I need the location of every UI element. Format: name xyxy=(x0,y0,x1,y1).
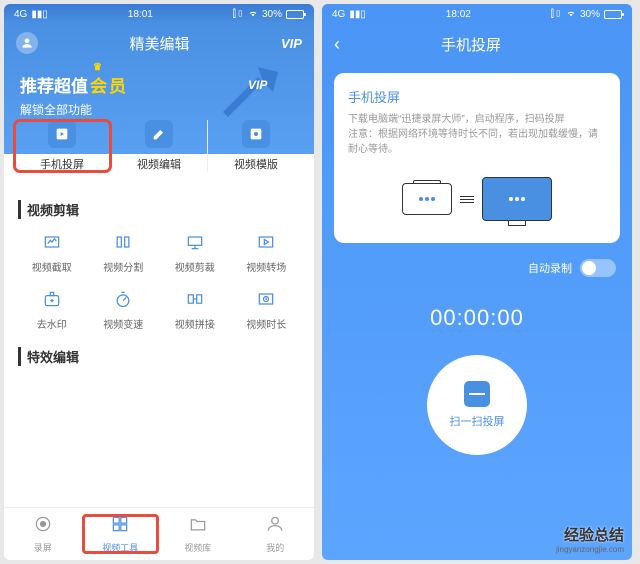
wifi-icon xyxy=(248,8,258,21)
promo-banner[interactable]: 推荐超值 ♛会 员 解锁全部功能 VIP xyxy=(20,72,298,118)
tool-trim[interactable]: 视频剪裁 xyxy=(161,231,229,274)
nav-record[interactable]: 录屏 xyxy=(4,514,82,554)
tool-transition[interactable]: 视频转场 xyxy=(233,231,301,274)
status-bar: 4G ▮▮▯ 18:02 ⫿▯ 30% xyxy=(322,4,632,24)
folder-icon xyxy=(188,514,208,539)
vibrate-icon: ⫿▯ xyxy=(551,9,562,20)
signal-bars-icon: ▮▮▯ xyxy=(31,9,48,20)
vip-badge[interactable]: VIP xyxy=(281,36,302,51)
card-label: 视频编辑 xyxy=(137,156,181,172)
banner-mid: 会 xyxy=(90,77,107,96)
monitor-device-icon xyxy=(482,177,552,221)
watermark-sub: jingyanzongjie.com xyxy=(556,545,624,554)
info-title: 手机投屏 xyxy=(348,87,606,106)
tool-duration[interactable]: 视频时长 xyxy=(233,288,301,331)
svg-text:VIP: VIP xyxy=(248,78,268,92)
signal-text: 4G xyxy=(14,9,27,20)
trim-icon xyxy=(184,231,206,253)
watermark-main: 经验总结 xyxy=(556,524,624,545)
tool-watermark[interactable]: 去水印 xyxy=(18,288,86,331)
card-label: 手机投屏 xyxy=(40,156,84,172)
tool-merge[interactable]: 视频拼接 xyxy=(161,288,229,331)
scan-cast-button[interactable]: 扫一扫投屏 xyxy=(427,355,527,455)
speed-icon xyxy=(112,288,134,310)
crown-icon: ♛ xyxy=(93,62,102,73)
transition-icon xyxy=(255,231,277,253)
auto-record-label: 自动录制 xyxy=(528,260,572,276)
card-video-edit[interactable]: 视频编辑 xyxy=(111,120,208,172)
banner-suf: 员 xyxy=(109,72,126,97)
tools-icon xyxy=(110,514,130,539)
nav-tools[interactable]: 视频工具 xyxy=(82,514,160,554)
signal-lines-icon xyxy=(460,196,474,203)
signal-bars-icon: ▮▮▯ xyxy=(349,9,366,20)
section-video-edit: 视频剪辑 视频截取 视频分割 视频剪裁 视频转场 去水印 视频变速 视频拼接 视… xyxy=(4,188,314,335)
clock-icon xyxy=(255,288,277,310)
vip-arrow-icon: VIP xyxy=(218,67,288,122)
cast-header: ‹ 手机投屏 xyxy=(322,24,632,65)
section-effects: 特效编辑 xyxy=(4,335,314,378)
scan-icon xyxy=(464,381,490,407)
wifi-icon xyxy=(566,8,576,21)
clock: 18:02 xyxy=(446,9,471,20)
auto-record-toggle[interactable] xyxy=(580,259,616,277)
battery-pct: 30% xyxy=(262,9,282,20)
card-label: 视频模版 xyxy=(234,156,278,172)
tool-split[interactable]: 视频分割 xyxy=(90,231,158,274)
phone-device-icon xyxy=(402,183,452,215)
battery-pct: 30% xyxy=(580,9,600,20)
nav-me[interactable]: 我的 xyxy=(237,514,315,554)
person-icon xyxy=(265,514,285,539)
phone-editor: 4G ▮▮▯ 18:01 ⫿▯ 30% 精美编辑 VIP 推荐超值 ♛ 会 员 xyxy=(4,4,314,560)
cast-illustration xyxy=(348,169,606,229)
play-icon xyxy=(48,120,76,148)
banner-pre: 推荐超值 xyxy=(20,72,88,97)
section-title: 特效编辑 xyxy=(18,347,300,366)
pencil-icon xyxy=(145,120,173,148)
timer-display: 00:00:00 xyxy=(322,305,632,331)
split-icon xyxy=(112,231,134,253)
watermark-icon xyxy=(41,288,63,310)
info-desc: 下载电脑端“迅捷录屏大师”，启动程序，扫码投屏 注意：根据网络环境等待时长不同，… xyxy=(348,112,606,157)
nav-library[interactable]: 视频库 xyxy=(159,514,237,554)
card-screen-cast[interactable]: 手机投屏 xyxy=(14,120,111,172)
section-title: 视频剪辑 xyxy=(18,200,300,219)
crop-icon xyxy=(41,231,63,253)
avatar[interactable] xyxy=(16,32,38,54)
page-title: 手机投屏 xyxy=(340,34,602,55)
clock: 18:01 xyxy=(128,9,153,20)
merge-icon xyxy=(184,288,206,310)
battery-icon xyxy=(286,10,304,19)
record-icon xyxy=(33,514,53,539)
info-card: 手机投屏 下载电脑端“迅捷录屏大师”，启动程序，扫码投屏 注意：根据网络环境等待… xyxy=(334,73,620,243)
bottom-nav: 录屏 视频工具 视频库 我的 xyxy=(4,507,314,560)
vibrate-icon: ⫿▯ xyxy=(233,9,244,20)
template-icon xyxy=(242,120,270,148)
phone-cast: 4G ▮▮▯ 18:02 ⫿▯ 30% ‹ 手机投屏 手机投屏 下载电脑端“迅捷… xyxy=(322,4,632,560)
battery-icon xyxy=(604,10,622,19)
card-template[interactable]: 视频模版 xyxy=(208,120,304,172)
page-title: 精美编辑 xyxy=(130,33,190,54)
watermark: 经验总结 jingyanzongjie.com xyxy=(556,524,624,554)
tool-speed[interactable]: 视频变速 xyxy=(90,288,158,331)
auto-record-row: 自动录制 xyxy=(322,251,632,285)
tool-crop[interactable]: 视频截取 xyxy=(18,231,86,274)
status-bar: 4G ▮▮▯ 18:01 ⫿▯ 30% xyxy=(4,4,314,24)
scan-label: 扫一扫投屏 xyxy=(450,413,505,429)
signal-text: 4G xyxy=(332,9,345,20)
